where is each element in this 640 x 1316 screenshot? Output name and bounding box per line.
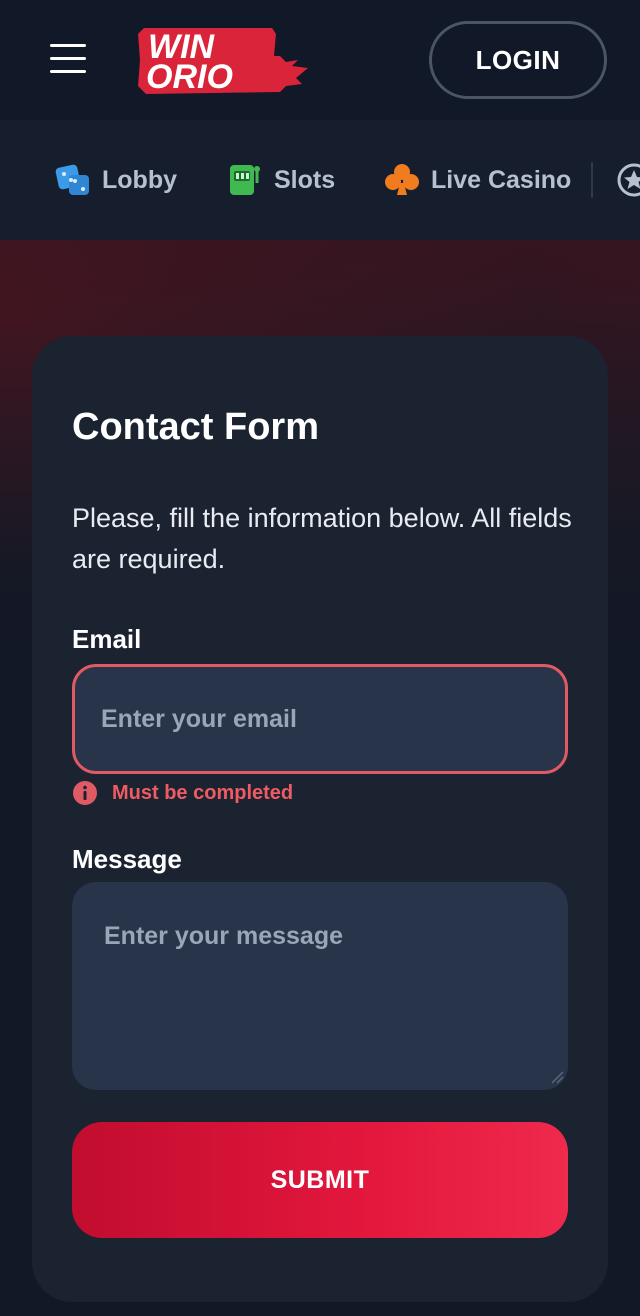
nav-divider <box>591 162 593 198</box>
contact-form-card: Contact Form Please, fill the informatio… <box>32 336 608 1302</box>
slot-machine-icon <box>226 161 264 199</box>
nav-item-slots[interactable]: Slots <box>226 120 335 240</box>
form-intro-text: Please, fill the information below. All … <box>72 503 572 574</box>
email-label: Email <box>72 624 142 654</box>
nav-item-label: Lobby <box>102 165 177 194</box>
email-error: Must be completed <box>72 780 293 806</box>
resize-grip-icon[interactable] <box>548 1068 564 1084</box>
nav-item-lobby[interactable]: Lobby <box>54 120 177 240</box>
error-message: Must be completed <box>112 781 294 804</box>
nav-item-label: Live Casino <box>431 165 572 194</box>
winorio-logo[interactable]: WIN ORIO <box>136 26 310 96</box>
page-title: Contact Form <box>72 406 319 448</box>
dice-icon <box>54 161 92 199</box>
submit-button[interactable]: SUBMIT <box>72 1122 568 1238</box>
info-icon <box>72 780 98 806</box>
login-button[interactable]: LOGIN <box>429 21 607 99</box>
message-label: Message <box>72 844 182 874</box>
logo-graphic: WIN ORIO <box>138 28 308 96</box>
top-bar: WIN ORIO LOGIN <box>0 0 640 120</box>
message-field[interactable] <box>72 882 568 1090</box>
email-field[interactable] <box>72 664 568 774</box>
hamburger-menu-icon[interactable] <box>50 44 86 74</box>
club-icon <box>383 161 421 199</box>
nav-item-live-casino[interactable]: Live Casino <box>383 120 571 240</box>
nav-item-label: Slots <box>274 165 336 194</box>
star-icon[interactable] <box>616 162 640 198</box>
category-nav: Lobby Slots Live Casino <box>0 120 640 240</box>
logo-text-line2: ORIO <box>146 58 233 96</box>
